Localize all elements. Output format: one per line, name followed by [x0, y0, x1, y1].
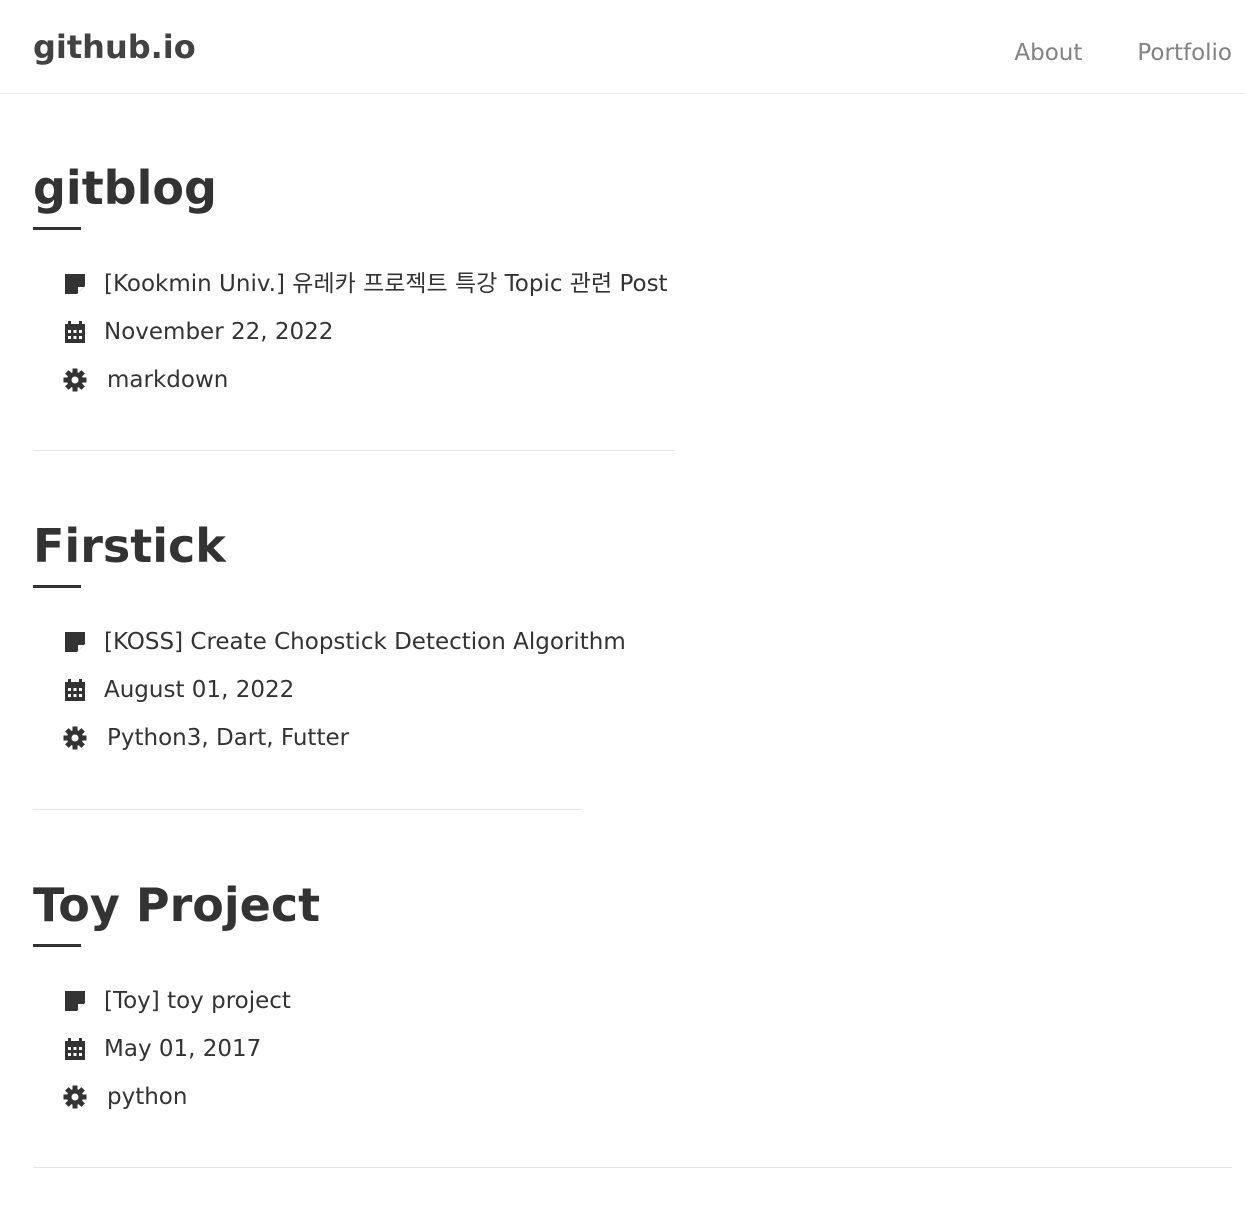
project-title: gitblog: [33, 161, 217, 215]
project-card: Firstick [KOSS] Create Chopstick Detecti…: [33, 518, 626, 762]
project-title: Firstick: [33, 519, 226, 573]
project-date: November 22, 2022: [104, 319, 334, 345]
project-tags-item: markdown: [33, 356, 228, 404]
site-brand-link[interactable]: github.io: [33, 27, 196, 67]
calendar-icon: [65, 321, 85, 343]
calendar-icon: [65, 679, 85, 701]
project-card: gitblog [Kookmin Univ.] 유레카 프로젝트 특강 Topi…: [33, 160, 668, 404]
calendar-icon: [65, 1038, 85, 1060]
project-date: May 01, 2017: [104, 1036, 262, 1062]
project-date-item: August 01, 2022: [33, 666, 294, 714]
nav-link-about[interactable]: About: [1014, 36, 1082, 70]
note-icon: [65, 274, 85, 294]
footer-divider: [33, 1167, 1232, 1168]
site-nav: About Portfolio: [959, 36, 1232, 70]
gear-icon: [63, 726, 87, 750]
title-underline: [33, 585, 81, 588]
project-tags-item: python: [33, 1073, 320, 1121]
project-meta-list: [KOSS] Create Chopstick Detection Algori…: [33, 618, 626, 762]
project-tags: Python3, Dart, Futter: [107, 725, 350, 751]
title-underline: [33, 227, 81, 230]
project-post-link[interactable]: [Kookmin Univ.] 유레카 프로젝트 특강 Topic 관련 Pos…: [104, 269, 668, 299]
project-post-link[interactable]: [Toy] toy project: [104, 986, 291, 1016]
project-post-item: [KOSS] Create Chopstick Detection Algori…: [33, 618, 626, 666]
site-header: github.io About Portfolio: [0, 0, 1245, 94]
note-icon: [65, 632, 85, 652]
section-divider: [33, 450, 675, 451]
project-tags: markdown: [107, 367, 229, 393]
project-card: Toy Project [Toy] toy project May 01, 20: [33, 877, 320, 1121]
note-icon: [65, 991, 85, 1011]
project-meta-list: [Toy] toy project May 01, 2017 python: [33, 977, 320, 1121]
project-tags: python: [107, 1084, 188, 1110]
project-date: August 01, 2022: [104, 677, 295, 703]
project-post-link[interactable]: [KOSS] Create Chopstick Detection Algori…: [104, 627, 626, 657]
project-date-item: November 22, 2022: [33, 308, 333, 356]
project-meta-list: [Kookmin Univ.] 유레카 프로젝트 특강 Topic 관련 Pos…: [33, 260, 668, 404]
title-underline: [33, 944, 81, 947]
nav-link-portfolio[interactable]: Portfolio: [1137, 36, 1232, 70]
gear-icon: [63, 368, 87, 392]
project-post-item: [Toy] toy project: [33, 977, 320, 1025]
section-divider: [33, 809, 582, 810]
project-post-item: [Kookmin Univ.] 유레카 프로젝트 특강 Topic 관련 Pos…: [33, 260, 668, 308]
project-tags-item: Python3, Dart, Futter: [33, 714, 349, 762]
project-date-item: May 01, 2017: [33, 1025, 320, 1073]
project-title: Toy Project: [33, 878, 321, 932]
gear-icon: [63, 1085, 87, 1109]
